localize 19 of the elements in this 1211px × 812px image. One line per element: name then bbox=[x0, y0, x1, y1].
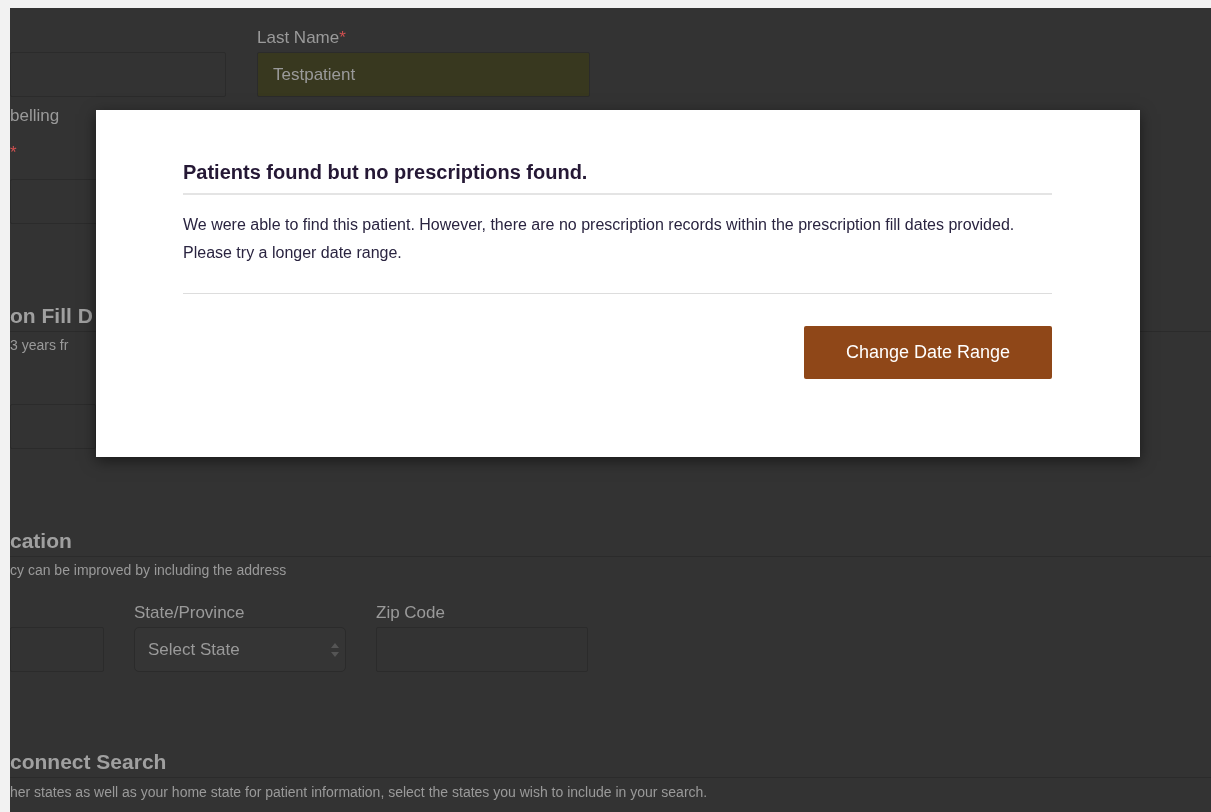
select-arrows-icon bbox=[331, 642, 339, 657]
text-field[interactable] bbox=[10, 627, 104, 672]
date-field[interactable] bbox=[10, 404, 96, 449]
state-select[interactable]: Select State bbox=[134, 627, 346, 672]
section-heading: cation bbox=[10, 527, 1211, 557]
section-note: her states as well as your home state for patient information, select the states you wish to include in your search. bbox=[10, 783, 708, 802]
section-note: 3 years fr bbox=[10, 336, 69, 353]
checkbox-label: belling bbox=[10, 105, 61, 127]
change-date-range-button[interactable]: Change Date Range bbox=[804, 326, 1052, 379]
field-label: State/Province bbox=[134, 602, 246, 624]
last-name-field[interactable]: Testpatient bbox=[257, 52, 590, 97]
modal-title: Patients found but no prescriptions found. bbox=[183, 160, 1052, 195]
required-mark: * bbox=[10, 144, 18, 162]
section-note: cy can be improved by including the address bbox=[10, 561, 287, 578]
text-field[interactable] bbox=[10, 52, 226, 97]
field-label: Last Name* bbox=[257, 27, 347, 49]
modal-message: We were able to find this patient. However, there are no prescription records within the prescription fill dates provided. Please try a longer date range. bbox=[183, 211, 1052, 294]
section-heading: connect Search bbox=[10, 748, 1211, 778]
field-label: Zip Code bbox=[376, 602, 446, 624]
